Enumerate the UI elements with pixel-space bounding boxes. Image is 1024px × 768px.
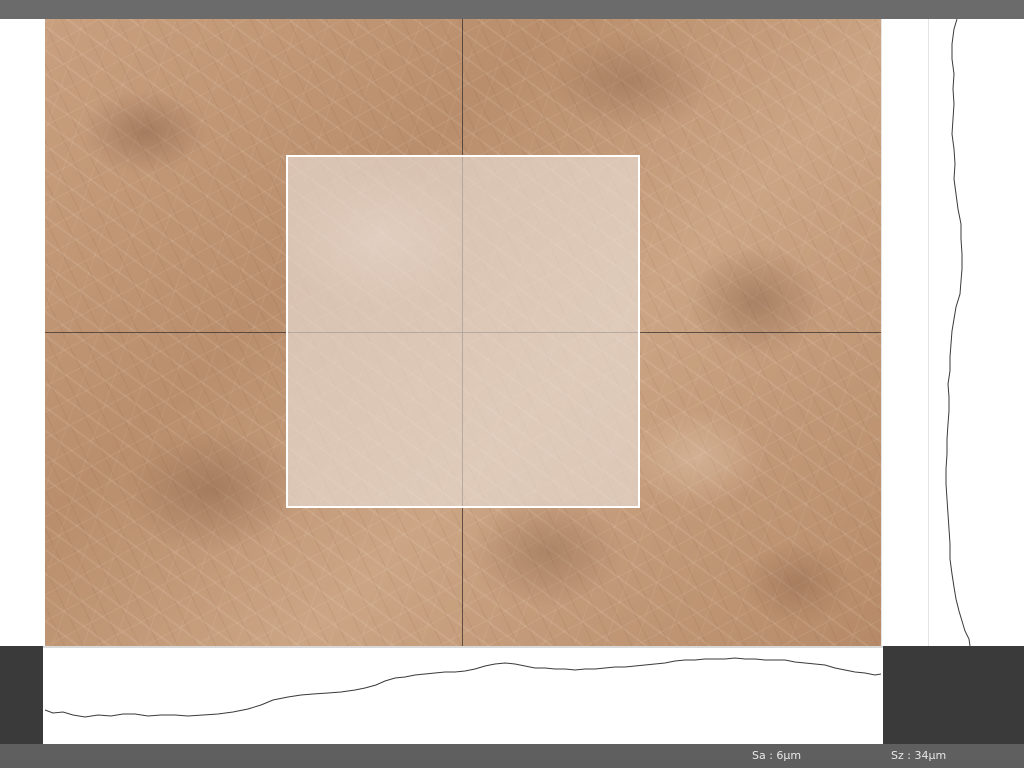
bottom-right-corner-block [883, 646, 1024, 744]
specimen-image-view[interactable] [45, 19, 881, 646]
status-bar: Sa : 6µm Sz : 34µm [0, 744, 1024, 768]
vertical-height-profile-graph [945, 19, 971, 646]
top-bar [0, 0, 1024, 19]
horizontal-height-profile-panel [43, 646, 883, 744]
roughness-viewer: Sa : 6µm Sz : 34µm [0, 0, 1024, 768]
horizontal-height-profile-graph [44, 657, 882, 718]
sz-roughness-readout: Sz : 34µm [891, 749, 947, 762]
bottom-left-corner-block [0, 646, 43, 744]
vertical-profile-line [945, 19, 971, 646]
measurement-region-box[interactable] [286, 155, 640, 508]
sa-roughness-readout: Sa : 6µm [752, 749, 802, 762]
left-gutter [0, 19, 45, 646]
vertical-height-profile-panel [881, 19, 1024, 646]
horizontal-profile-line [44, 657, 882, 718]
